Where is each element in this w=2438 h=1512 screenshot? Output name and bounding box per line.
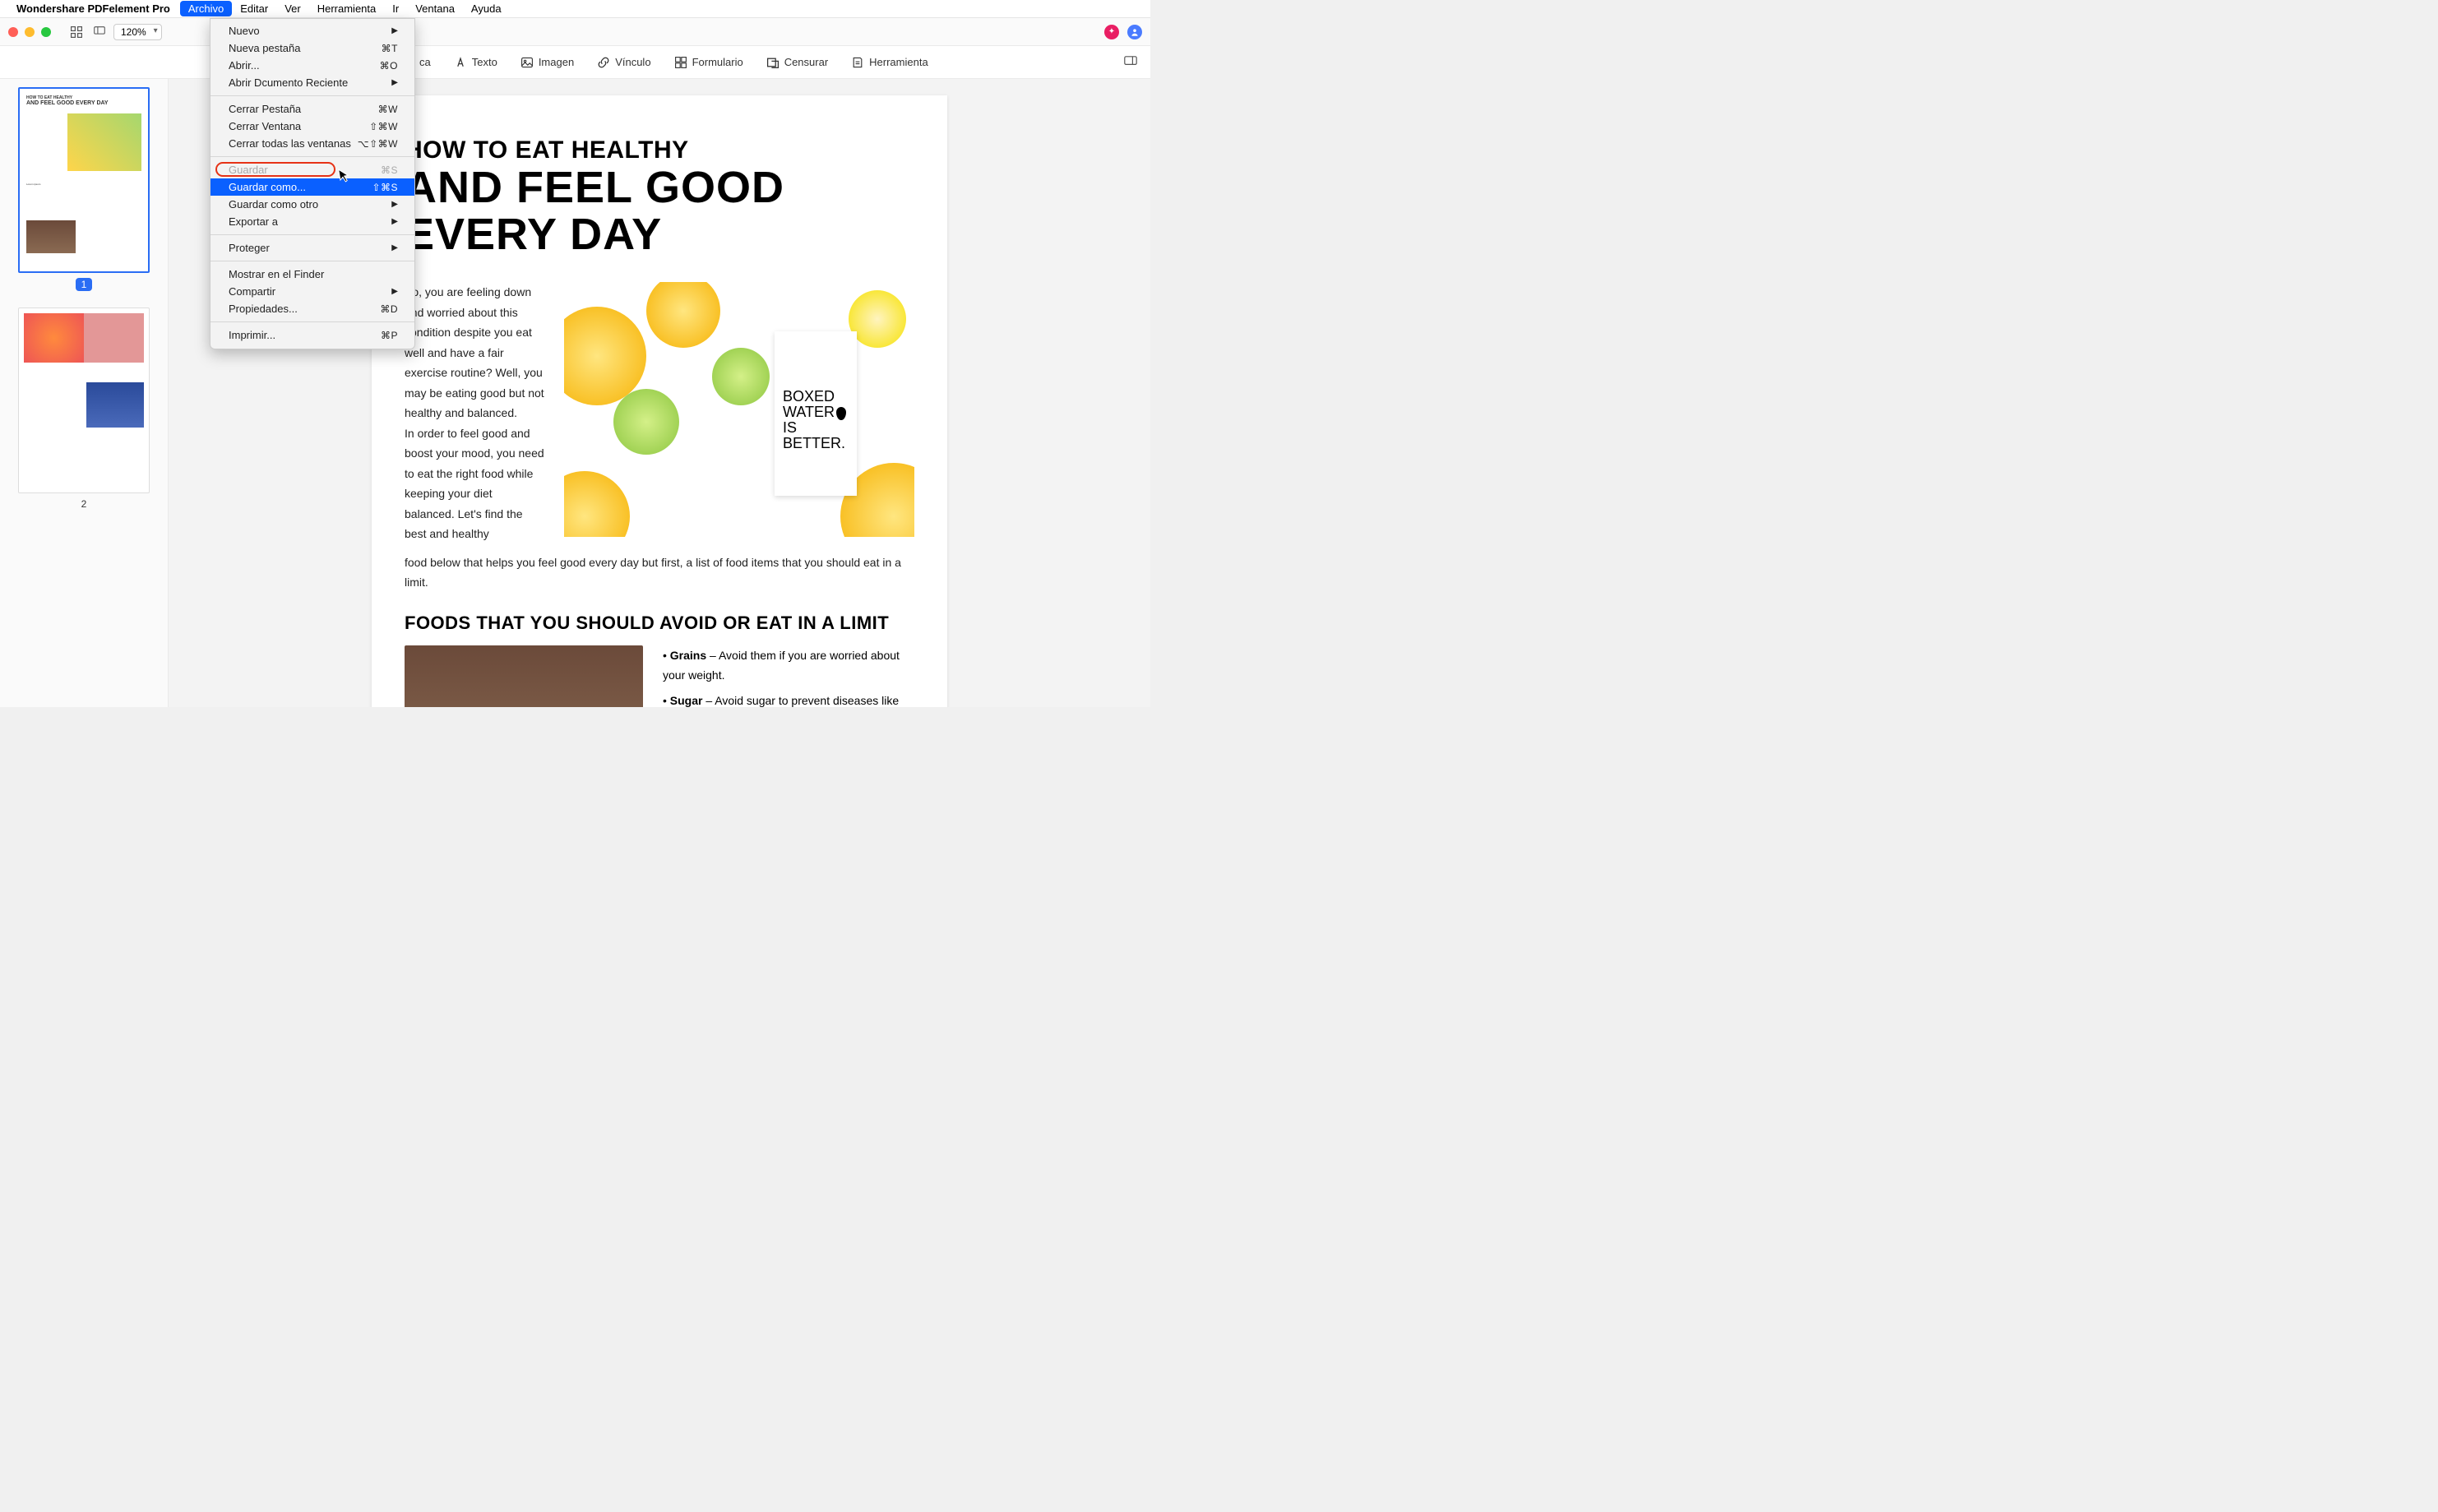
hero-image: BOXED WATER IS BETTER. bbox=[564, 282, 914, 537]
user-avatar-icon[interactable] bbox=[1127, 25, 1142, 39]
menu-ir[interactable]: Ir bbox=[384, 1, 407, 16]
section-heading: FOODS THAT YOU SHOULD AVOID OR EAT IN A … bbox=[405, 613, 914, 634]
menu-propiedades[interactable]: Propiedades...⌘D bbox=[210, 300, 414, 317]
tool-imagen[interactable]: Imagen bbox=[520, 56, 574, 69]
menu-editar[interactable]: Editar bbox=[232, 1, 276, 16]
menu-proteger[interactable]: Proteger▶ bbox=[210, 239, 414, 257]
macos-menubar: Wondershare PDFelement Pro Archivo Edita… bbox=[0, 0, 1150, 18]
app-name: Wondershare PDFelement Pro bbox=[16, 2, 170, 15]
grid-view-icon[interactable] bbox=[67, 23, 86, 41]
tool-formulario[interactable]: Formulario bbox=[674, 56, 743, 69]
menu-compartir[interactable]: Compartir▶ bbox=[210, 283, 414, 300]
menu-mostrar-finder[interactable]: Mostrar en el Finder bbox=[210, 266, 414, 283]
menu-cerrar-ventana[interactable]: Cerrar Ventana⇧⌘W bbox=[210, 118, 414, 135]
menu-herramienta[interactable]: Herramienta bbox=[309, 1, 385, 16]
traffic-lights bbox=[8, 27, 51, 37]
page-number-1: 1 bbox=[76, 278, 93, 291]
intro-paragraph: So, you are feeling down and worried abo… bbox=[405, 282, 544, 544]
minimize-window-button[interactable] bbox=[25, 27, 35, 37]
menu-exportar-a[interactable]: Exportar a▶ bbox=[210, 213, 414, 230]
workspace: HOW TO EAT HEALTHY AND FEEL GOOD EVERY D… bbox=[0, 79, 1150, 707]
thumbnail-2[interactable]: 2 bbox=[0, 307, 168, 510]
page-title: AND FEEL GOOD EVERY DAY bbox=[405, 164, 914, 257]
share-avatar-icon[interactable]: ✦ bbox=[1104, 25, 1119, 39]
tool-censurar[interactable]: Censurar bbox=[766, 56, 828, 69]
tool-partial[interactable]: ca bbox=[419, 56, 431, 68]
menu-cerrar-todas[interactable]: Cerrar todas las ventanas⌥⇧⌘W bbox=[210, 135, 414, 152]
menu-guardar-como[interactable]: Guardar como...⇧⌘S bbox=[210, 178, 414, 196]
thumbnails-sidebar[interactable]: HOW TO EAT HEALTHY AND FEEL GOOD EVERY D… bbox=[0, 79, 169, 707]
menu-archivo[interactable]: Archivo bbox=[180, 1, 232, 16]
thumbnail-1[interactable]: HOW TO EAT HEALTHY AND FEEL GOOD EVERY D… bbox=[0, 87, 168, 291]
menu-nueva-pestana[interactable]: Nueva pestaña⌘T bbox=[210, 39, 414, 57]
close-window-button[interactable] bbox=[8, 27, 18, 37]
water-drop-icon bbox=[836, 407, 846, 420]
archivo-dropdown: Nuevo▶ Nueva pestaña⌘T Abrir...⌘O Abrir … bbox=[210, 18, 415, 349]
panel-toggle-icon[interactable] bbox=[1124, 56, 1137, 69]
menu-ver[interactable]: Ver bbox=[276, 1, 309, 16]
zoom-window-button[interactable] bbox=[41, 27, 51, 37]
menu-separator bbox=[210, 234, 414, 235]
tool-vinculo[interactable]: Vínculo bbox=[597, 56, 650, 69]
section-image bbox=[405, 645, 643, 707]
page-number-2: 2 bbox=[81, 498, 87, 510]
menu-imprimir[interactable]: Imprimir...⌘P bbox=[210, 326, 414, 344]
titlebar: 120% ✦ bbox=[0, 18, 1150, 46]
bullet-list: • Grains – Avoid them if you are worried… bbox=[663, 645, 914, 707]
menu-nuevo[interactable]: Nuevo▶ bbox=[210, 22, 414, 39]
menu-separator bbox=[210, 95, 414, 96]
page-1: HOW TO EAT HEALTHY AND FEEL GOOD EVERY D… bbox=[372, 95, 947, 707]
tool-texto[interactable]: Texto bbox=[454, 56, 497, 69]
carton-graphic: BOXED WATER IS BETTER. bbox=[775, 331, 857, 496]
page-subtitle: HOW TO EAT HEALTHY bbox=[405, 136, 914, 164]
tool-herramienta[interactable]: Herramienta bbox=[851, 56, 928, 69]
menu-guardar: Guardar⌘S bbox=[210, 161, 414, 178]
menu-ventana[interactable]: Ventana bbox=[407, 1, 463, 16]
zoom-select[interactable]: 120% bbox=[113, 24, 162, 40]
menu-separator bbox=[210, 156, 414, 157]
app-window: 120% ✦ ca Texto Imagen Vínculo Formulari… bbox=[0, 18, 1150, 707]
menu-ayuda[interactable]: Ayuda bbox=[463, 1, 510, 16]
sidebar-toggle-icon[interactable] bbox=[90, 23, 109, 41]
intro-continued: food below that helps you feel good ever… bbox=[405, 553, 914, 593]
secondary-toolbar: ca Texto Imagen Vínculo Formulario Censu… bbox=[0, 46, 1150, 79]
menu-guardar-como-otro[interactable]: Guardar como otro▶ bbox=[210, 196, 414, 213]
menu-abrir-reciente[interactable]: Abrir Dcumento Reciente▶ bbox=[210, 74, 414, 91]
menu-separator bbox=[210, 321, 414, 322]
menu-cerrar-pestana[interactable]: Cerrar Pestaña⌘W bbox=[210, 100, 414, 118]
menu-abrir[interactable]: Abrir...⌘O bbox=[210, 57, 414, 74]
